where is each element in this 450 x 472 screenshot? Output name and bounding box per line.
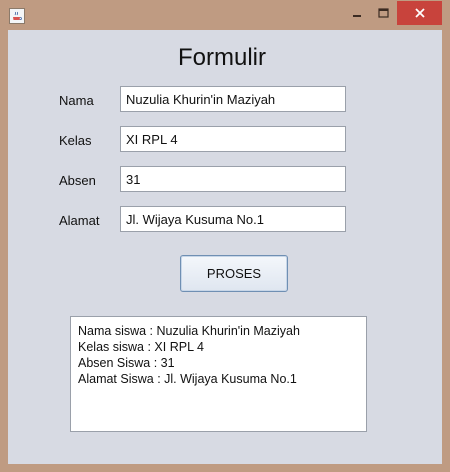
proses-button[interactable]: PROSES [180,255,288,292]
alamat-input[interactable] [120,206,346,232]
absen-label: Absen [59,173,96,188]
java-coffee-icon[interactable] [9,8,25,24]
output-line-alamat: Alamat Siswa : Jl. Wijaya Kusuma No.1 [78,372,297,386]
close-icon [414,8,425,18]
title-bar[interactable] [0,0,450,30]
absen-input[interactable] [120,166,346,192]
maximize-icon [377,8,389,18]
form-panel: Formulir Nama Kelas Absen Alamat PROSES … [8,30,442,464]
application-window: Formulir Nama Kelas Absen Alamat PROSES … [0,0,450,472]
output-line-absen: Absen Siswa : 31 [78,356,175,370]
kelas-input[interactable] [120,126,346,152]
close-button[interactable] [397,1,442,25]
output-textarea[interactable]: Nama siswa : Nuzulia Khurin'in Maziyah K… [70,316,367,432]
nama-label: Nama [59,93,94,108]
output-line-nama: Nama siswa : Nuzulia Khurin'in Maziyah [78,324,300,338]
maximize-button[interactable] [370,2,396,24]
kelas-label: Kelas [59,133,92,148]
nama-input[interactable] [120,86,346,112]
alamat-label: Alamat [59,213,100,228]
minimize-button[interactable] [344,2,370,24]
form-title: Formulir [178,44,266,71]
minimize-icon [353,15,361,17]
output-line-kelas: Kelas siswa : XI RPL 4 [78,340,204,354]
